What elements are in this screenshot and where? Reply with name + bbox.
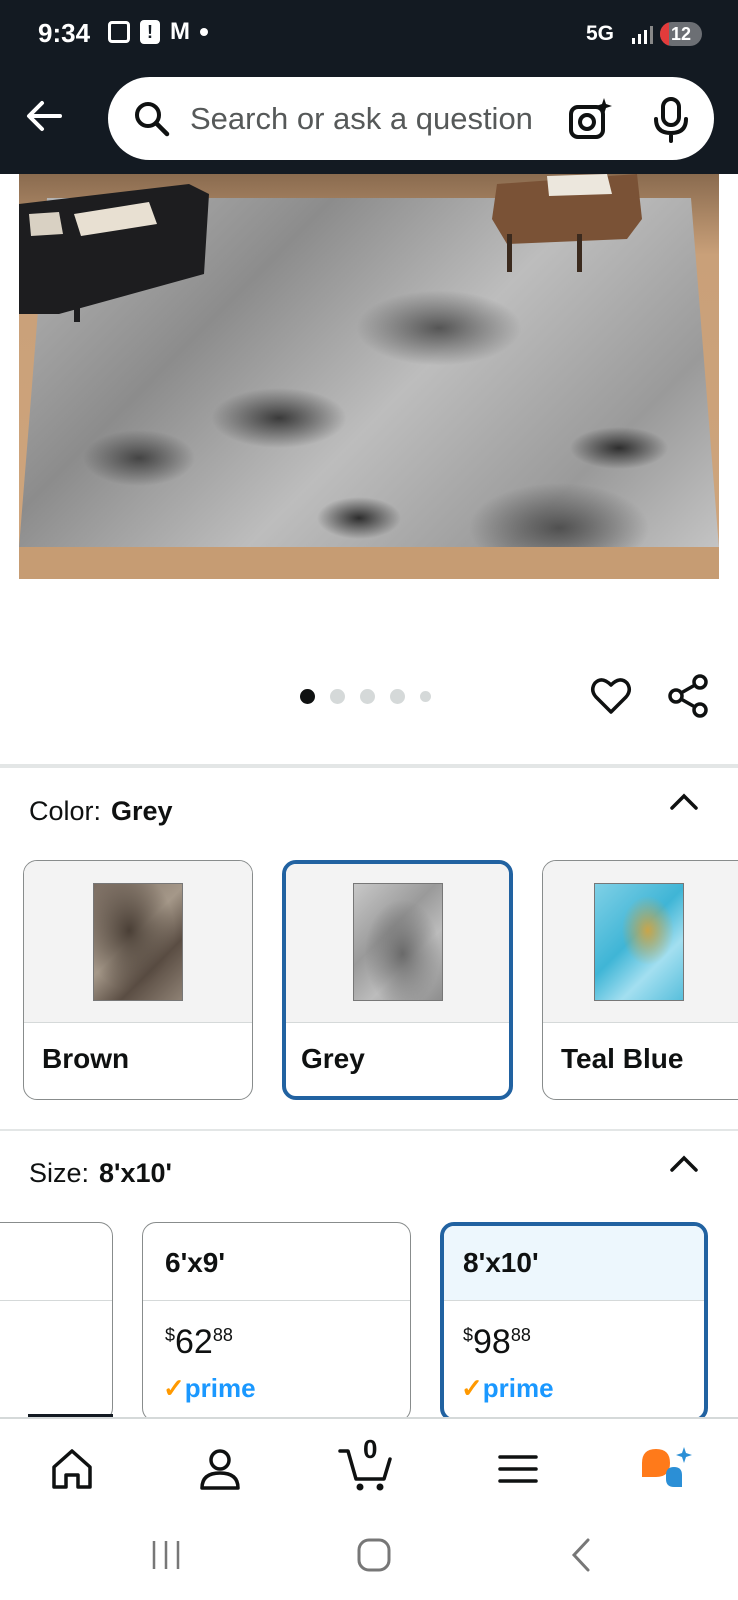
size-title: 6'x9' xyxy=(165,1247,226,1278)
color-option-grey[interactable]: Grey xyxy=(282,860,513,1100)
size-price: $9888 xyxy=(463,1323,531,1361)
menu-icon[interactable] xyxy=(494,1445,542,1493)
status-bar: 9:34 ! M 5G 12 xyxy=(0,0,738,70)
size-option-partial[interactable] xyxy=(0,1222,113,1422)
gmail-icon: M xyxy=(170,18,190,45)
size-section-label: Size: 8'x10' xyxy=(29,1158,172,1189)
notification-icons: ! M xyxy=(108,20,208,44)
swatch-image xyxy=(286,864,509,1023)
size-price: $6288 xyxy=(165,1323,233,1361)
carousel-dot[interactable] xyxy=(420,691,431,702)
swatch-image xyxy=(24,861,252,1023)
search-placeholder: Search or ask a question xyxy=(190,101,533,136)
swatch-label: Brown xyxy=(42,1043,130,1074)
signal-icon xyxy=(632,26,653,44)
color-selected-value: Grey xyxy=(111,796,173,826)
size-selected-value: 8'x10' xyxy=(99,1158,172,1188)
image-armchair xyxy=(492,174,642,272)
wishlist-heart-icon[interactable] xyxy=(590,676,632,716)
rufus-icon[interactable] xyxy=(640,1445,694,1493)
network-indicator: 5G xyxy=(586,22,615,45)
size-card-header: 6'x9' xyxy=(143,1223,410,1301)
prime-badge: ✓prime xyxy=(461,1373,554,1403)
home-system-icon[interactable] xyxy=(354,1535,394,1575)
home-icon[interactable] xyxy=(48,1445,96,1493)
share-icon[interactable] xyxy=(666,674,710,718)
color-label: Color: xyxy=(29,796,102,826)
carousel-dots[interactable] xyxy=(300,689,431,704)
carousel-dot[interactable] xyxy=(360,689,375,704)
size-title: 8'x10' xyxy=(463,1247,539,1278)
carousel-dot[interactable] xyxy=(300,689,315,704)
recent-apps-icon[interactable] xyxy=(146,1535,186,1575)
back-arrow-icon[interactable] xyxy=(20,92,68,140)
size-card-header xyxy=(0,1223,112,1301)
carousel-dot[interactable] xyxy=(390,689,405,704)
section-divider xyxy=(0,764,738,768)
product-image[interactable] xyxy=(19,174,719,579)
swatch-image xyxy=(543,861,738,1023)
bottom-navigation xyxy=(0,1417,738,1517)
prime-check-icon: ✓ xyxy=(461,1373,483,1403)
chevron-up-icon[interactable] xyxy=(668,1154,700,1174)
search-input[interactable]: Search or ask a question xyxy=(108,77,714,160)
size-option-6x9[interactable]: 6'x9' $6288 ✓prime xyxy=(142,1222,411,1422)
search-icon xyxy=(135,102,170,137)
gallery-icon xyxy=(108,21,130,43)
color-option-teal-blue[interactable]: Teal Blue xyxy=(542,860,738,1100)
color-section-label: Color: Grey xyxy=(29,796,173,827)
battery-indicator: 12 xyxy=(660,22,702,46)
carousel-dot[interactable] xyxy=(330,689,345,704)
image-floorboard xyxy=(19,547,719,579)
camera-search-icon[interactable] xyxy=(566,95,614,143)
more-notifications-icon xyxy=(200,28,208,36)
chevron-up-icon[interactable] xyxy=(668,792,700,812)
cart-count-badge: 0 xyxy=(363,1434,378,1464)
swatch-label: Grey xyxy=(301,1043,365,1074)
section-divider xyxy=(0,1129,738,1131)
prime-check-icon: ✓ xyxy=(163,1373,185,1403)
back-system-icon[interactable] xyxy=(562,1535,602,1575)
size-label: Size: xyxy=(29,1158,90,1188)
prime-badge: ✓prime xyxy=(163,1373,256,1403)
alert-icon: ! xyxy=(140,20,160,44)
size-card-header: 8'x10' xyxy=(444,1226,704,1301)
color-option-brown[interactable]: Brown xyxy=(23,860,253,1100)
swatch-rug-grey xyxy=(352,883,443,1001)
swatch-rug-teal xyxy=(593,883,684,1001)
size-option-8x10[interactable]: 8'x10' $9888 ✓prime xyxy=(440,1222,708,1422)
swatch-rug-brown xyxy=(93,883,183,1001)
swatch-label: Teal Blue xyxy=(561,1043,684,1074)
top-bar: 9:34 ! M 5G 12 Search or ask a question xyxy=(0,0,738,174)
system-navigation xyxy=(0,1517,738,1600)
microphone-icon[interactable] xyxy=(648,95,694,143)
account-icon[interactable] xyxy=(196,1445,244,1493)
image-sofa xyxy=(19,184,209,322)
status-time: 9:34 xyxy=(38,18,91,48)
